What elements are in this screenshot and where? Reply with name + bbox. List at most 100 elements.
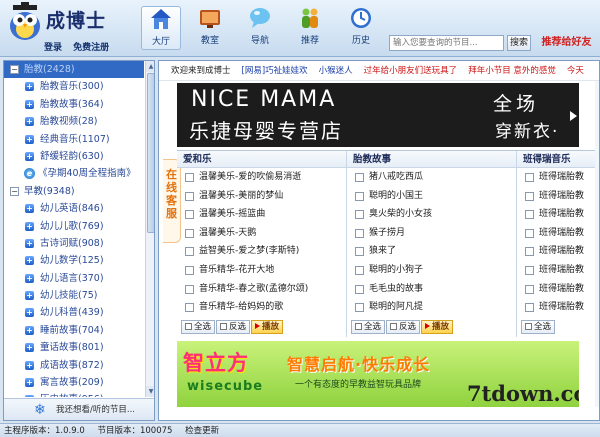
- program-item[interactable]: 班得瑞胎教: [517, 242, 599, 261]
- tree-item[interactable]: + 幼儿数学(125): [4, 252, 144, 269]
- tree-item[interactable]: e 《孕期40周全程指南》: [4, 165, 144, 182]
- program-item[interactable]: 班得瑞胎教: [517, 280, 599, 299]
- program-item[interactable]: 班得瑞胎教: [517, 168, 599, 187]
- expand-plus-icon[interactable]: +: [25, 308, 34, 318]
- program-item[interactable]: 狼来了: [347, 242, 516, 261]
- program-item[interactable]: 班得瑞胎教: [517, 261, 599, 280]
- program-item[interactable]: 温馨美乐-美丽的梦仙: [177, 187, 346, 206]
- expand-plus-icon[interactable]: +: [25, 343, 34, 353]
- tree-item[interactable]: + 寓言故事(209): [4, 374, 144, 391]
- login-link[interactable]: 登录: [44, 43, 62, 53]
- tree-category[interactable]: − 胎教(2428): [4, 61, 144, 79]
- program-checkbox[interactable]: [185, 228, 194, 238]
- program-checkbox[interactable]: [525, 265, 534, 275]
- tree-item[interactable]: + 童话故事(801): [4, 339, 144, 356]
- request-program-link[interactable]: ❄ 我还想看/听的节目...: [4, 398, 154, 420]
- ticker-item[interactable]: 过年给小朋友们送玩具了: [364, 66, 458, 76]
- ticker-item[interactable]: 今天: [567, 66, 584, 76]
- expand-plus-icon[interactable]: +: [25, 273, 34, 283]
- program-checkbox[interactable]: [525, 284, 534, 294]
- sidebar-scrollbar[interactable]: ▲ ▼: [145, 61, 154, 397]
- main-scrollbar[interactable]: [595, 81, 599, 407]
- tree-item[interactable]: + 胎教音乐(300): [4, 78, 144, 95]
- nav-history-button[interactable]: 历史: [341, 6, 381, 50]
- program-checkbox[interactable]: [525, 210, 534, 220]
- expand-plus-icon[interactable]: +: [25, 221, 34, 231]
- select-all-button[interactable]: 全选: [521, 320, 556, 334]
- nav-hall-button[interactable]: 大厅: [141, 6, 181, 50]
- select-all-button[interactable]: 全选: [351, 320, 386, 334]
- program-checkbox[interactable]: [185, 247, 194, 257]
- expand-plus-icon[interactable]: +: [25, 204, 34, 214]
- tree-item[interactable]: + 成语故事(872): [4, 357, 144, 374]
- program-item[interactable]: 聪明的小狗子: [347, 261, 516, 280]
- search-button[interactable]: 搜索: [507, 35, 531, 51]
- tree-item[interactable]: + 历史故事(956): [4, 391, 144, 397]
- play-button[interactable]: 播放: [421, 320, 454, 334]
- program-checkbox[interactable]: [185, 303, 194, 313]
- tree-item[interactable]: + 幼儿技能(75): [4, 287, 144, 304]
- program-checkbox[interactable]: [185, 173, 194, 182]
- program-checkbox[interactable]: [355, 303, 364, 313]
- program-checkbox[interactable]: [185, 191, 194, 201]
- expand-plus-icon[interactable]: +: [25, 325, 34, 335]
- program-item[interactable]: 温馨美乐-摇篮曲: [177, 205, 346, 224]
- select-all-button[interactable]: 全选: [181, 320, 216, 334]
- nav-classroom-button[interactable]: 教室: [190, 6, 230, 50]
- program-checkbox[interactable]: [355, 191, 364, 201]
- ad-banner-wisecube[interactable]: 智立方 wisecube 智慧启航·快乐成长 一个有态度的早教益智玩具品牌 7t…: [177, 341, 579, 407]
- search-input[interactable]: [389, 35, 504, 51]
- nav-guide-button[interactable]: 导航: [240, 6, 280, 50]
- check-update-link[interactable]: 检查更新: [185, 426, 219, 436]
- program-item[interactable]: 班得瑞胎教: [517, 205, 599, 224]
- expand-plus-icon[interactable]: +: [25, 256, 34, 266]
- tree-category[interactable]: − 早教(9348): [4, 183, 144, 200]
- tree-item[interactable]: + 舒缓轻韵(630): [4, 148, 144, 165]
- program-checkbox[interactable]: [355, 247, 364, 257]
- program-item[interactable]: 聪明的小国王: [347, 187, 516, 206]
- expand-plus-icon[interactable]: +: [25, 82, 34, 92]
- program-item[interactable]: 毛毛虫的故事: [347, 280, 516, 299]
- ad-banner-nice-mama[interactable]: NICE MAMA 乐捷母婴专营店 全场 穿新衣·: [177, 83, 579, 147]
- tree-item[interactable]: + 幼儿语言(370): [4, 270, 144, 287]
- tree-item[interactable]: + 古诗词赋(908): [4, 235, 144, 252]
- program-checkbox[interactable]: [355, 284, 364, 294]
- program-checkbox[interactable]: [525, 303, 534, 313]
- program-checkbox[interactable]: [525, 173, 534, 182]
- tree-item[interactable]: + 幼儿英语(846): [4, 200, 144, 217]
- expand-plus-icon[interactable]: +: [25, 151, 34, 161]
- scrollbar-thumb[interactable]: [147, 73, 154, 233]
- program-item[interactable]: 班得瑞胎教: [517, 187, 599, 206]
- program-item[interactable]: 猴子捞月: [347, 224, 516, 243]
- invert-selection-button[interactable]: 反选: [216, 320, 251, 334]
- program-item[interactable]: 臭火柴的小女孩: [347, 205, 516, 224]
- tree-item[interactable]: + 经典音乐(1107): [4, 131, 144, 148]
- expand-plus-icon[interactable]: +: [25, 395, 34, 397]
- tree-item[interactable]: + 幼儿儿歌(769): [4, 218, 144, 235]
- program-checkbox[interactable]: [355, 228, 364, 238]
- collapse-toggle-icon[interactable]: −: [10, 186, 19, 196]
- tree-item[interactable]: + 胎教视频(28): [4, 113, 144, 130]
- program-item[interactable]: 音乐精华-花开大地: [177, 261, 346, 280]
- expand-plus-icon[interactable]: +: [25, 117, 34, 127]
- expand-plus-icon[interactable]: +: [25, 99, 34, 109]
- nav-recommend-button[interactable]: 推荐: [290, 6, 330, 50]
- program-item[interactable]: 温馨美乐-爱的吹偷易消逝: [177, 168, 346, 187]
- program-checkbox[interactable]: [525, 191, 534, 201]
- tree-item[interactable]: + 幼儿科普(439): [4, 304, 144, 321]
- program-checkbox[interactable]: [355, 265, 364, 275]
- expand-plus-icon[interactable]: +: [25, 134, 34, 144]
- banner-next-icon[interactable]: [570, 111, 577, 121]
- program-item[interactable]: 班得瑞胎教: [517, 224, 599, 243]
- tree-item[interactable]: + 睡前故事(704): [4, 322, 144, 339]
- program-checkbox[interactable]: [185, 210, 194, 220]
- register-link[interactable]: 免费注册: [73, 43, 109, 53]
- ticker-item[interactable]: 小猴迷人: [319, 66, 353, 76]
- scroll-up-arrow-icon[interactable]: ▲: [146, 61, 154, 72]
- program-item[interactable]: 音乐精华-给妈妈的歌: [177, 298, 346, 317]
- expand-plus-icon[interactable]: +: [25, 238, 34, 248]
- program-checkbox[interactable]: [355, 210, 364, 220]
- scroll-down-arrow-icon[interactable]: ▼: [146, 386, 154, 397]
- program-checkbox[interactable]: [355, 173, 364, 182]
- program-item[interactable]: 温馨美乐-天鹅: [177, 224, 346, 243]
